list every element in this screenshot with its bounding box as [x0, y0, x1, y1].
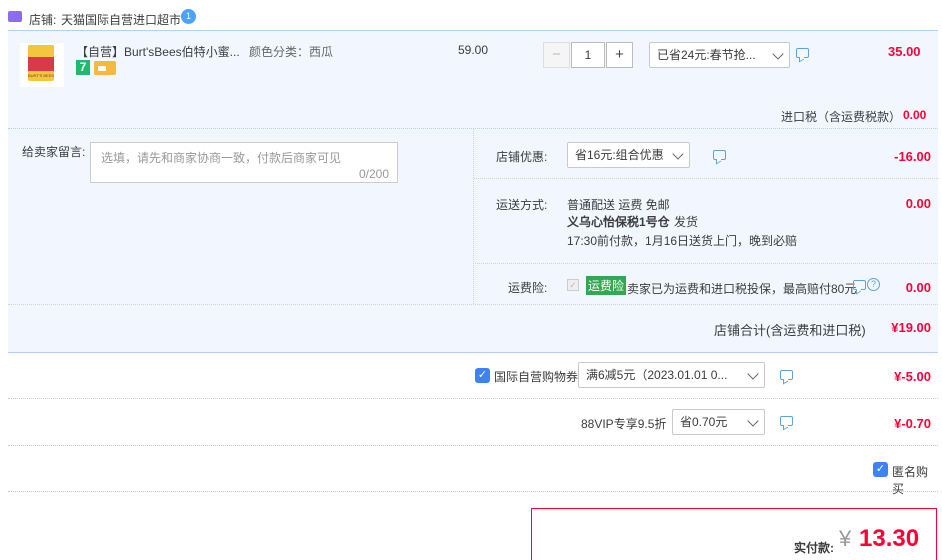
tax-label: 进口税（含运费税款）	[781, 110, 902, 124]
chat-icon[interactable]	[780, 416, 793, 426]
unit-price: 59.00	[458, 43, 489, 57]
divider	[474, 178, 939, 179]
anonymous-label: 匿名购买	[892, 465, 929, 496]
coupon-select[interactable]: 满6减5元（2023.01.01 0...	[578, 362, 765, 388]
shop-icon	[8, 11, 22, 22]
order-options-panel: 给卖家留言: 选填，请先和商家协商一致，付款后商家可见 0/200 店铺优惠: …	[8, 128, 939, 353]
item-promo-select-value: 已省24元:春节抢...	[657, 48, 756, 62]
chevron-down-icon	[772, 48, 784, 60]
chat-icon[interactable]	[713, 150, 726, 160]
insurance-tag: 运费险	[586, 276, 627, 295]
shop-total-label: 店铺合计(含运费和进口税)	[714, 323, 866, 338]
quantity-plus-button[interactable]: +	[606, 42, 633, 68]
vip-select-value: 省0.70元	[680, 415, 728, 429]
payment-box: 实付款: ¥ 13.30	[531, 508, 937, 560]
vip-label: 88VIP专享9.5折	[581, 417, 667, 431]
message-placeholder: 选填，请先和商家协商一致，付款后商家可见	[101, 151, 342, 165]
message-label: 给卖家留言:	[22, 145, 86, 159]
shipping-delivery-promise: 17:30前付款，1月16日送货上门，晚到必赔	[567, 234, 798, 248]
vip-select[interactable]: 省0.70元	[672, 409, 765, 435]
shipping-line1: 普通配送 运费 免邮	[567, 198, 670, 212]
quantity-minus-button[interactable]: −	[543, 42, 570, 68]
payment-amount: 13.30	[859, 525, 920, 552]
shipping-dispatch: 发货	[674, 215, 699, 229]
tax-value: 0.00	[903, 108, 927, 122]
shop-discount-label: 店铺优惠:	[496, 150, 548, 164]
chevron-down-icon	[747, 368, 759, 380]
shipping-value: 0.00	[905, 196, 931, 211]
payment-currency: ¥	[839, 526, 852, 551]
coupon-select-value: 满6减5元（2023.01.01 0...	[586, 368, 728, 382]
item-promo-select[interactable]: 已省24元:春节抢...	[649, 42, 790, 68]
vip-value: ¥-0.70	[894, 416, 931, 431]
card-icon	[94, 61, 116, 75]
item-thumbnail[interactable]: BURT'S BEES	[20, 43, 64, 87]
shipping-warehouse: 义乌心怡保税1号仓	[567, 215, 670, 229]
wangwang-icon[interactable]: 1	[181, 9, 196, 24]
insurance-text: 卖家已为运费和进口税投保，最高赔付80元	[627, 282, 857, 296]
help-icon[interactable]: ?	[867, 278, 880, 291]
message-counter: 0/200	[358, 167, 389, 181]
chat-icon[interactable]	[796, 48, 809, 58]
shipping-label: 运送方式:	[496, 198, 548, 212]
insurance-row: 运费险: ✓ 运费险 卖家已为运费和进口税投保，最高赔付80元 ? 0.00	[473, 263, 938, 304]
message-textarea[interactable]: 选填，请先和商家协商一致，付款后商家可见 0/200	[90, 142, 398, 183]
chevron-down-icon	[747, 415, 759, 427]
shop-discount-value: -16.00	[894, 149, 931, 164]
shop-header: 店铺: 天猫国际自营进口超市 1	[8, 8, 938, 28]
shop-discount-select[interactable]: 省16元:组合优惠	[567, 142, 690, 168]
coupon-label: 国际自营购物券	[494, 370, 579, 384]
chevron-down-icon	[672, 148, 684, 160]
shop-discount-select-value: 省16元:组合优惠	[575, 148, 664, 162]
item-subtotal: 35.00	[888, 44, 921, 59]
insurance-label: 运费险:	[508, 281, 548, 295]
shop-prefix: 店铺:	[29, 13, 57, 27]
insurance-checkbox: ✓	[567, 279, 579, 291]
thumbnail-label: BURT'S BEES	[28, 73, 55, 78]
shop-total-value: ¥19.00	[891, 320, 931, 335]
coupon-checkbox[interactable]: ✓	[475, 368, 490, 383]
item-row: BURT'S BEES 【自营】Burt'sBees伯特小蜜... 7 颜色分类…	[8, 30, 938, 128]
shop-name-link[interactable]: 天猫国际自营进口超市	[61, 11, 181, 28]
item-spec: 颜色分类：西瓜	[249, 45, 334, 59]
quantity-stepper: − 1 +	[543, 42, 633, 68]
anonymous-row: ✓ 匿名购买	[8, 446, 938, 496]
item-title-link[interactable]: 【自营】Burt'sBees伯特小蜜...	[76, 43, 240, 60]
insurance-value: 0.00	[905, 280, 931, 295]
coupon-row: ✓ 国际自营购物券 满6减5元（2023.01.01 0... ¥-5.00	[8, 353, 938, 399]
chat-icon[interactable]	[780, 370, 793, 380]
coupon-value: ¥-5.00	[894, 369, 931, 384]
quantity-input[interactable]: 1	[571, 42, 605, 68]
badge-7day: 7	[76, 60, 90, 75]
chat-icon[interactable]	[853, 280, 866, 290]
vip-row: 88VIP专享9.5折 省0.70元 ¥-0.70	[8, 399, 938, 446]
anonymous-checkbox[interactable]: ✓	[873, 462, 888, 477]
divider	[8, 304, 938, 305]
payment-label: 实付款:	[794, 541, 834, 555]
